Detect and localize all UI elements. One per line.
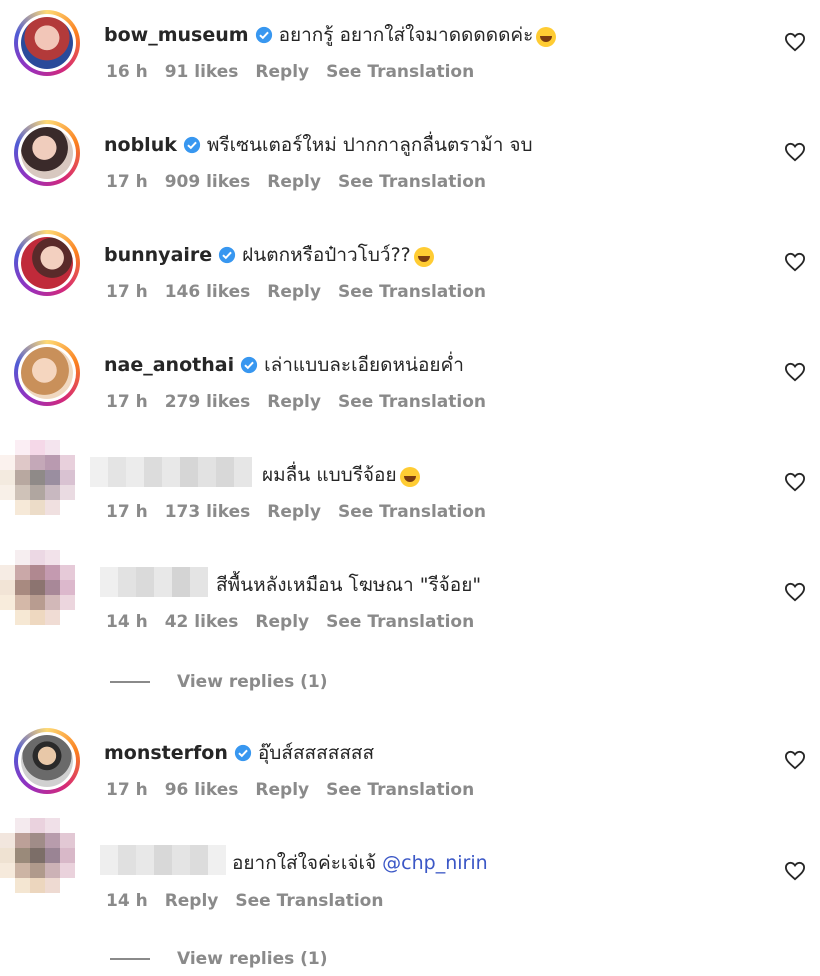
comment-meta: 17 h 279 likes Reply See Translation [106, 392, 503, 412]
see-translation-button[interactable]: See Translation [326, 62, 474, 82]
comment-text: อุ๊บส์สสสสสสส [257, 742, 375, 764]
view-replies-button[interactable]: View replies (1) [110, 672, 328, 692]
mention-link[interactable]: @chp_nirin [382, 852, 488, 874]
see-translation-button[interactable]: See Translation [338, 392, 486, 412]
comment-username[interactable]: nae_anothai [104, 354, 234, 376]
avatar[interactable] [14, 728, 80, 794]
view-replies-label: View replies (1) [177, 672, 328, 692]
heart-icon[interactable] [784, 32, 806, 52]
replies-divider [110, 958, 150, 960]
heart-icon[interactable] [784, 252, 806, 272]
heart-icon[interactable] [784, 362, 806, 382]
comment-username[interactable]: monsterfon [104, 742, 228, 764]
reply-button[interactable]: Reply [267, 502, 321, 522]
avatar[interactable] [0, 818, 90, 908]
censored-username [100, 845, 226, 875]
avatar[interactable] [14, 120, 80, 186]
comment-time: 17 h [106, 392, 148, 412]
reply-button[interactable]: Reply [255, 62, 309, 82]
view-replies-button[interactable]: View replies (1) [110, 949, 328, 969]
comment-text: อยากใส่ใจค่ะเจ่เจ้ [232, 852, 377, 874]
comment-meta: 17 h 173 likes Reply See Translation [106, 502, 503, 522]
see-translation-button[interactable]: See Translation [326, 612, 474, 632]
see-translation-button[interactable]: See Translation [235, 891, 383, 911]
see-translation-button[interactable]: See Translation [326, 780, 474, 800]
heart-icon[interactable] [784, 861, 806, 881]
comment-meta: 14 h 42 likes Reply See Translation [106, 612, 491, 632]
comment-likes[interactable]: 42 likes [165, 612, 239, 632]
reply-button[interactable]: Reply [267, 282, 321, 302]
comment-text: สีพื้นหลังเหมือน โฆษณา "รีจ้อย" [216, 574, 482, 596]
emoji-icon [536, 27, 557, 47]
reply-button[interactable]: Reply [255, 612, 309, 632]
avatar[interactable] [14, 230, 80, 296]
verified-badge-icon [183, 136, 200, 154]
comment-time: 14 h [106, 612, 148, 632]
replies-divider [110, 681, 150, 683]
view-replies-label: View replies (1) [177, 949, 328, 969]
verified-badge-icon [234, 744, 251, 762]
comment-text: ผมลื่น แบบรีจ้อย [262, 464, 397, 486]
reply-button[interactable]: Reply [255, 780, 309, 800]
see-translation-button[interactable]: See Translation [338, 282, 486, 302]
see-translation-button[interactable]: See Translation [338, 502, 486, 522]
comment-time: 14 h [106, 891, 148, 911]
reply-button[interactable]: Reply [165, 891, 219, 911]
avatar[interactable] [0, 440, 90, 530]
avatar[interactable] [14, 340, 80, 406]
comment-time: 17 h [106, 282, 148, 302]
heart-icon[interactable] [784, 472, 806, 492]
verified-badge-icon [219, 246, 236, 264]
comment-likes[interactable]: 96 likes [165, 780, 239, 800]
verified-badge-icon [240, 356, 258, 374]
comment-likes[interactable]: 173 likes [165, 502, 251, 522]
comment-likes[interactable]: 909 likes [165, 172, 251, 192]
censored-username [90, 457, 252, 487]
comment-username[interactable]: nobluk [104, 134, 177, 156]
comment-likes[interactable]: 279 likes [165, 392, 251, 412]
emoji-icon [399, 467, 420, 487]
comment-text: อยากรู้ อยากใส่ใจมาดดดดดค่ะ [278, 24, 534, 46]
comment-likes[interactable]: 91 likes [165, 62, 239, 82]
censored-username [100, 567, 208, 597]
see-translation-button[interactable]: See Translation [338, 172, 486, 192]
comment-time: 17 h [106, 780, 148, 800]
reply-button[interactable]: Reply [267, 392, 321, 412]
comment-username[interactable]: bow_museum [104, 24, 249, 46]
comment-meta: 14 h Reply See Translation [106, 891, 400, 911]
comment-time: 17 h [106, 502, 148, 522]
comment-text: เล่าแบบละเอียดหน่อยค่ำ [264, 354, 464, 376]
heart-icon[interactable] [784, 582, 806, 602]
comment-meta: 17 h 96 likes Reply See Translation [106, 780, 491, 800]
avatar[interactable] [0, 550, 90, 640]
emoji-icon [413, 247, 434, 267]
avatar[interactable] [14, 10, 80, 76]
comment-username[interactable]: bunnyaire [104, 244, 212, 266]
comment-meta: 16 h 91 likes Reply See Translation [106, 62, 491, 82]
heart-icon[interactable] [784, 142, 806, 162]
verified-badge-icon [255, 26, 272, 44]
comment-text: พรีเซนเตอร์ใหม่ ปากกาลูกลื่นตราม้า จบ [206, 134, 533, 156]
heart-icon[interactable] [784, 750, 806, 770]
comment-meta: 17 h 909 likes Reply See Translation [106, 172, 503, 192]
comment-time: 17 h [106, 172, 148, 192]
comment-text: ฝนตกหรือป๋าวโบว์?? [242, 244, 411, 266]
reply-button[interactable]: Reply [267, 172, 321, 192]
comment-time: 16 h [106, 62, 148, 82]
comment-likes[interactable]: 146 likes [165, 282, 251, 302]
comment-meta: 17 h 146 likes Reply See Translation [106, 282, 503, 302]
